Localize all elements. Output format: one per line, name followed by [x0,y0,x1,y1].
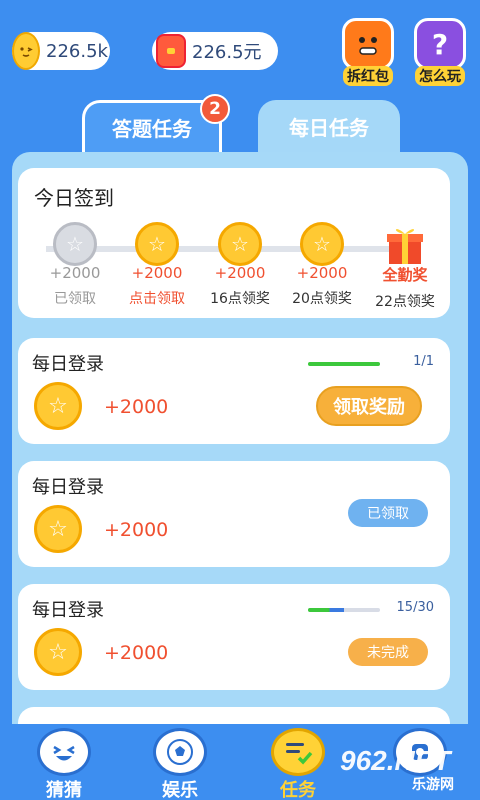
task-progress-fill [308,608,344,612]
task-progress-bar [308,608,380,612]
watermark-brand: 962.NET [340,745,451,776]
star-medal-icon: ☆ [218,222,262,266]
smiley-coin-icon [12,32,40,70]
task-reward: +2000 [104,519,169,541]
task-card: 每日登录 ☆ +2000 15/30 未完成 [18,584,450,690]
signin-day-caption: 已领取 [54,291,96,307]
nav-guess-label: 猜猜 [46,780,82,800]
task-name: 每日登录 [32,477,104,498]
cash-value: 226.5元 [192,42,262,63]
top-bar: 226.5k 226.5元 拆红包 ? 怎么玩 [0,0,480,95]
nav-guess[interactable]: 猜猜 [24,728,104,800]
coins-value: 226.5k [46,40,108,62]
task-progress-bar [308,362,380,366]
signin-day-4: ☆ +2000 20点领奖 [277,222,367,308]
signin-day-amount: 全勤奖 [382,266,428,284]
how-to-play-button[interactable]: ? 怎么玩 [410,18,470,88]
signin-day-3: ☆ +2000 16点领奖 [195,222,285,308]
question-mark-icon: ? [414,18,466,70]
nav-fun-label: 娱乐 [162,780,198,800]
signin-day-amount: +2000 [214,264,266,282]
tab-answer-tasks-label: 答题任务 [112,117,192,141]
task-list-check-icon [271,728,325,776]
incomplete-status-button[interactable]: 未完成 [348,638,428,666]
gift-box-icon [383,222,427,266]
signin-day-amount: +2000 [49,264,101,282]
task-name: 每日登录 [32,354,104,375]
task-name: 每日登录 [32,600,104,621]
claim-reward-button[interactable]: 领取奖励 [316,386,422,426]
task-card: 每日登录 ☆ +2000 已领取 [18,461,450,567]
signin-day-caption: 20点领奖 [292,291,352,307]
cash-balance[interactable]: 226.5元 [152,32,278,70]
answer-tasks-badge: 2 [200,94,230,124]
task-card: 每日登录 ☆ +2000 1/1 领取奖励 [18,338,450,444]
nav-fun[interactable]: 娱乐 [140,728,220,800]
signin-day-caption: 点击领取 [129,291,185,307]
red-packet-icon [156,34,186,68]
star-coin-icon: ☆ [34,628,82,676]
nav-tasks-label: 任务 [280,780,316,800]
open-redpacket-button[interactable]: 拆红包 [338,18,398,88]
task-progress-count: 1/1 [413,354,434,369]
star-medal-icon: ☆ [53,222,97,266]
tab-daily-tasks[interactable]: 每日任务 [258,100,400,152]
task-progress-count: 15/30 [396,600,434,615]
claimed-status-button[interactable]: 已领取 [348,499,428,527]
how-to-play-label: 怎么玩 [415,66,465,86]
signin-day-amount: +2000 [131,264,183,282]
star-coin-icon: ☆ [34,505,82,553]
nav-tasks[interactable]: 任务 [258,728,338,800]
tab-daily-tasks-label: 每日任务 [289,115,369,140]
star-medal-icon: ☆ [300,222,344,266]
signin-day-caption: 22点领奖 [375,294,435,310]
signin-day-amount: +2000 [296,264,348,282]
soccer-ball-icon [153,728,207,776]
coins-balance[interactable]: 226.5k [12,32,110,70]
signin-title: 今日签到 [34,186,114,210]
task-reward: +2000 [104,396,169,418]
watermark-sub: 乐游网 [412,777,454,793]
signin-day-5: 全勤奖 22点领奖 [360,222,450,311]
laughing-face-icon [37,728,91,776]
signin-day-2[interactable]: ☆ +2000 点击领取 [112,222,202,308]
redpacket-face-icon [342,18,394,70]
task-progress-fill [308,362,380,366]
star-medal-icon: ☆ [135,222,179,266]
open-redpacket-label: 拆红包 [343,66,393,86]
signin-day-caption: 16点领奖 [210,291,270,307]
signin-day-1: ☆ +2000 已领取 [30,222,120,308]
star-coin-icon: ☆ [34,382,82,430]
task-reward: +2000 [104,642,169,664]
